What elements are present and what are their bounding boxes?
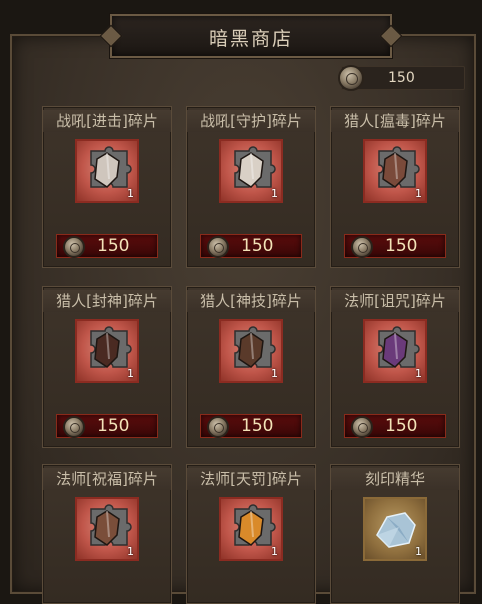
silver-coin-icon (63, 236, 85, 258)
item-price: 150 (241, 416, 274, 436)
silver-coin-icon (351, 416, 373, 438)
shop-item-card[interactable]: 猎人[神技]碎片 1 150 (186, 286, 316, 448)
item-name: 刻印精华 (331, 468, 459, 490)
item-quantity: 1 (271, 367, 278, 380)
shop-item-card[interactable]: 法师[祝福]碎片 1 (42, 464, 172, 604)
item-name: 战吼[进击]碎片 (43, 110, 171, 132)
buy-button[interactable]: 150 (344, 414, 446, 438)
buy-button[interactable]: 150 (200, 234, 302, 258)
item-name: 猎人[封神]碎片 (43, 290, 171, 312)
fragment-icon[interactable]: 1 (75, 319, 139, 383)
silver-coin-icon (351, 236, 373, 258)
buy-button[interactable]: 150 (56, 234, 158, 258)
shop-item-card[interactable]: 猎人[瘟毒]碎片 1 150 (330, 106, 460, 268)
item-price: 150 (385, 236, 418, 256)
item-name: 法师[祝福]碎片 (43, 468, 171, 490)
item-quantity: 1 (127, 187, 134, 200)
item-price: 150 (97, 236, 130, 256)
item-name: 法师[诅咒]碎片 (331, 290, 459, 312)
crystal-icon[interactable]: 1 (363, 497, 427, 561)
shop-item-card[interactable]: 刻印精华 1 (330, 464, 460, 604)
item-quantity: 1 (415, 367, 422, 380)
fragment-icon[interactable]: 1 (219, 497, 283, 561)
item-quantity: 1 (415, 187, 422, 200)
buy-button[interactable]: 150 (344, 234, 446, 258)
item-quantity: 1 (127, 367, 134, 380)
silver-coin-icon (63, 416, 85, 438)
item-name: 战吼[守护]碎片 (187, 110, 315, 132)
currency-display: 150 (338, 65, 465, 91)
item-name: 猎人[瘟毒]碎片 (331, 110, 459, 132)
currency-amount: 150 (388, 70, 415, 86)
shop-item-card[interactable]: 法师[诅咒]碎片 1 150 (330, 286, 460, 448)
fragment-icon[interactable]: 1 (219, 319, 283, 383)
title-plate: 暗黑商店 (99, 14, 403, 58)
fragment-icon[interactable]: 1 (75, 497, 139, 561)
buy-button[interactable]: 150 (56, 414, 158, 438)
item-quantity: 1 (415, 545, 422, 558)
buy-button[interactable]: 150 (200, 414, 302, 438)
item-quantity: 1 (271, 545, 278, 558)
item-quantity: 1 (271, 187, 278, 200)
shop-item-card[interactable]: 法师[天罚]碎片 1 (186, 464, 316, 604)
silver-coin-icon (207, 416, 229, 438)
item-name: 法师[天罚]碎片 (187, 468, 315, 490)
shop-item-card[interactable]: 战吼[进击]碎片 1 150 (42, 106, 172, 268)
shop-title: 暗黑商店 (208, 28, 293, 50)
shop-item-card[interactable]: 猎人[封神]碎片 1 150 (42, 286, 172, 448)
item-price: 150 (97, 416, 130, 436)
item-quantity: 1 (127, 545, 134, 558)
item-price: 150 (385, 416, 418, 436)
silver-coin-icon (207, 236, 229, 258)
item-name: 猎人[神技]碎片 (187, 290, 315, 312)
shop-item-card[interactable]: 战吼[守护]碎片 1 150 (186, 106, 316, 268)
fragment-icon[interactable]: 1 (363, 139, 427, 203)
fragment-icon[interactable]: 1 (75, 139, 139, 203)
fragment-icon[interactable]: 1 (219, 139, 283, 203)
fragment-icon[interactable]: 1 (363, 319, 427, 383)
silver-coin-icon (338, 65, 364, 91)
item-price: 150 (241, 236, 274, 256)
